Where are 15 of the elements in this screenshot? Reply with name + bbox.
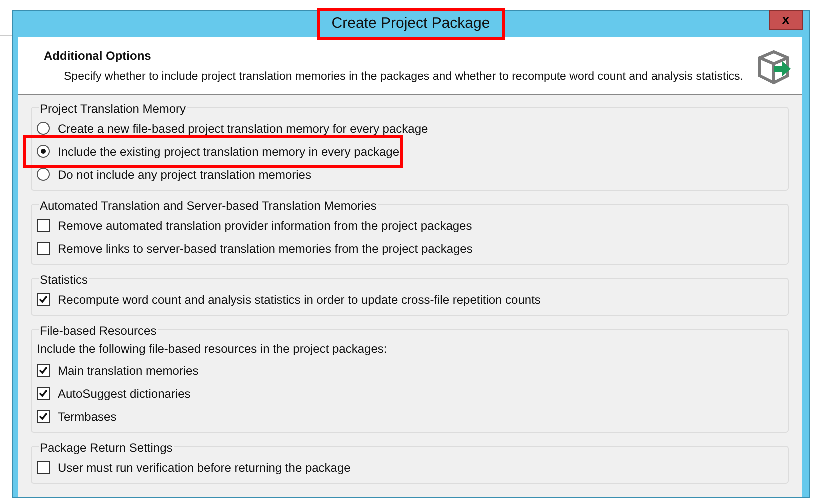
radio-label[interactable]: Create a new file-based project translation memory for every package [58, 120, 428, 138]
close-button[interactable]: x [769, 10, 803, 30]
checkbox-label[interactable]: User must run verification before returning the package [58, 458, 351, 476]
checkbox-label[interactable]: Recompute word count and analysis statistics in order to update cross-file repetition counts [58, 290, 541, 308]
header-title: Additional Options [44, 48, 152, 65]
radio-label[interactable]: Include the existing project translation memory in every package [58, 142, 400, 160]
checkbox-label[interactable]: AutoSuggest dictionaries [58, 384, 191, 402]
checkbox-label[interactable]: Termbases [58, 408, 117, 426]
checkbox-label[interactable]: Remove links to server-based translation memories from the project packages [58, 240, 473, 258]
checkbox-label[interactable]: Remove automated translation provider information from the project packages [58, 216, 472, 234]
instruction-text: Include the following file-based resources in the project packages: [37, 341, 388, 358]
window-title: Create Project Package [316, 8, 506, 40]
checkbox-label[interactable]: Main translation memories [58, 362, 199, 380]
radio-label[interactable]: Do not include any project translation memories [58, 166, 312, 184]
header-description: Specify whether to include project translation memories in the packages and whether to recompute word count and analysis statistics. [63, 70, 744, 85]
